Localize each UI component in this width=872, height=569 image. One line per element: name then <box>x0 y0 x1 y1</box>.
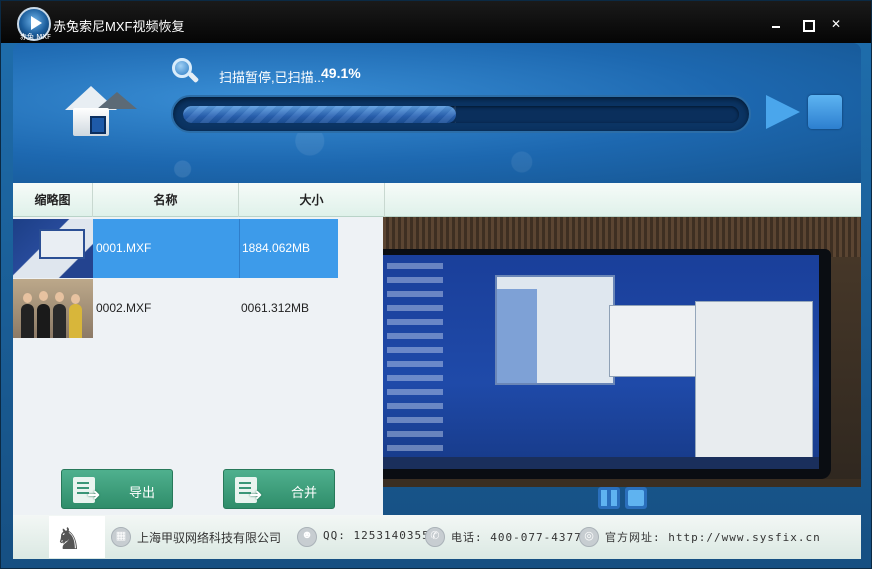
list-header: 缩略图 名称 大小 <box>13 183 861 217</box>
column-thumbnail[interactable]: 缩略图 <box>13 183 93 217</box>
merge-button[interactable]: 合并 <box>223 469 335 509</box>
maximize-button[interactable] <box>800 17 815 32</box>
search-icon <box>170 56 200 86</box>
minimize-button[interactable] <box>769 17 783 31</box>
file-size: 1884.062MB <box>239 219 338 278</box>
website-link[interactable]: 官方网址: http://www.sysfix.cn <box>605 529 821 545</box>
preview-stop-icon[interactable] <box>625 487 647 509</box>
export-icon <box>73 477 100 505</box>
qq-number: QQ: 1253140355 <box>323 529 430 542</box>
scan-header: 扫描暂停,已扫描... 49.1% <box>13 43 861 183</box>
close-button[interactable]: ✕ <box>829 17 843 31</box>
website-icon <box>579 527 599 547</box>
file-name: 0002.MXF <box>96 301 152 315</box>
file-size: 0061.312MB <box>241 301 310 315</box>
app-logo-caption: 赤兔 MXF <box>20 33 52 41</box>
phone-number: 电话: 400-077-4377 <box>451 531 582 544</box>
column-size[interactable]: 大小 <box>239 183 385 217</box>
title-bar[interactable]: 赤兔 MXF 赤兔索尼MXF视频恢复 ✕ <box>1 1 871 43</box>
video-preview[interactable] <box>383 217 861 487</box>
table-row[interactable]: 0002.MXF 0061.312MB <box>13 279 338 338</box>
column-name[interactable]: 名称 <box>93 183 239 217</box>
company-icon <box>111 527 131 547</box>
stop-icon[interactable] <box>808 95 842 129</box>
scan-progress-label: 49.1% <box>321 65 361 81</box>
export-button[interactable]: 导出 <box>61 469 173 509</box>
table-row[interactable]: 0001.MXF 1884.062MB <box>13 219 338 278</box>
file-list-panel: 缩略图 名称 大小 0001.MXF 1884.062MB 0002.MXF 0… <box>13 183 861 515</box>
home-icon[interactable] <box>65 86 137 138</box>
scan-progress-fill <box>183 106 456 123</box>
play-icon[interactable] <box>766 95 800 129</box>
phone-icon <box>425 527 445 547</box>
window-title: 赤兔索尼MXF视频恢复 <box>53 19 185 34</box>
company-logo: ♞ <box>49 516 105 558</box>
merge-icon <box>235 477 262 505</box>
footer: ♞ 上海甲驭网络科技有限公司 QQ: 1253140355 电话: 400-07… <box>13 515 861 559</box>
scan-status-text: 扫描暂停,已扫描... <box>219 70 325 85</box>
qq-icon <box>297 527 317 547</box>
file-name: 0001.MXF <box>93 219 239 278</box>
thumbnail-image <box>13 279 93 338</box>
company-name: 上海甲驭网络科技有限公司 <box>137 531 282 545</box>
thumbnail-image <box>13 219 93 278</box>
app-window: 赤兔 MXF 赤兔索尼MXF视频恢复 ✕ 扫描暂停,已扫描... 49.1% 缩… <box>0 0 872 569</box>
scan-progress-bar <box>171 95 751 133</box>
pause-icon[interactable] <box>598 487 620 509</box>
